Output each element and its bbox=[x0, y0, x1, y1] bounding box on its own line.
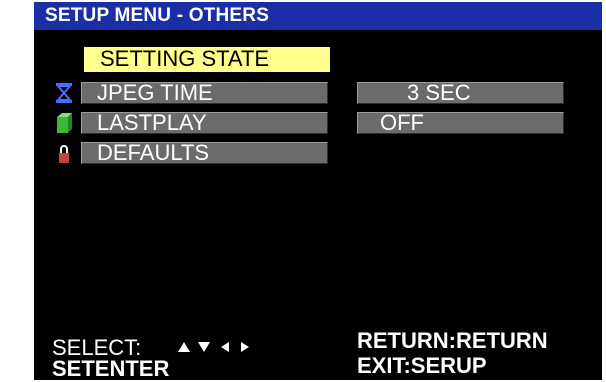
lock-icon bbox=[59, 145, 69, 163]
return-label: RETURN:RETURN bbox=[357, 328, 548, 353]
lastplay-value-text: OFF bbox=[380, 112, 424, 134]
menu-item-label: JPEG TIME bbox=[97, 82, 213, 104]
jpeg-time-value[interactable]: 3 SEC bbox=[357, 82, 564, 104]
menu-item-jpeg-time[interactable]: JPEG TIME bbox=[81, 82, 328, 104]
hourglass-icon bbox=[55, 83, 73, 103]
setting-state-header: SETTING STATE bbox=[84, 47, 330, 72]
arrow-keys-icon bbox=[178, 342, 249, 352]
title-bar: SETUP MENU - OTHERS bbox=[34, 2, 602, 30]
green-box-icon bbox=[57, 113, 72, 133]
menu-item-lastplay[interactable]: LASTPLAY bbox=[81, 112, 328, 134]
lastplay-value[interactable]: OFF bbox=[357, 112, 564, 134]
menu-item-label: DEFAULTS bbox=[97, 142, 210, 164]
jpeg-time-value-text: 3 SEC bbox=[407, 82, 471, 104]
menu-title: SETUP MENU - OTHERS bbox=[45, 5, 270, 26]
exit-label: EXIT:SERUP bbox=[357, 353, 487, 378]
set-enter-label: SETENTER bbox=[52, 356, 170, 381]
menu-item-defaults[interactable]: DEFAULTS bbox=[81, 142, 328, 164]
setting-state-label: SETTING STATE bbox=[100, 47, 270, 71]
osd-screen: SETUP MENU - OTHERS SETTING STATE JPEG T… bbox=[34, 2, 602, 380]
menu-item-label: LASTPLAY bbox=[97, 112, 207, 134]
